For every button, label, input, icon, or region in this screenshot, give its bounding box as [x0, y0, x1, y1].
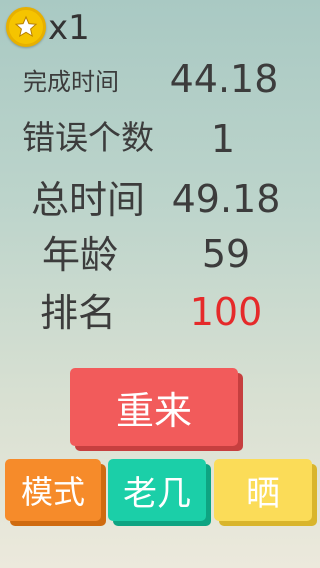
laoji-button-label: 老几 — [123, 473, 191, 514]
finish-time-label: 完成时间 — [23, 68, 119, 96]
total-time-label: 总时间 — [31, 178, 146, 222]
share-button-label: 晒 — [246, 473, 280, 514]
age-label: 年龄 — [42, 233, 119, 277]
mode-button[interactable]: 模式 — [5, 459, 101, 521]
errors-value: 1 — [210, 117, 236, 161]
rank-label: 排名 — [40, 291, 117, 335]
star-badge — [6, 7, 46, 47]
age-value: 59 — [201, 232, 251, 276]
errors-label: 错误个数 — [22, 118, 154, 157]
star-icon — [14, 15, 38, 38]
rank-value: 100 — [189, 290, 263, 334]
retry-button[interactable]: 重来 — [70, 368, 238, 446]
laoji-button[interactable]: 老几 — [108, 459, 206, 521]
total-time-value: 49.18 — [171, 177, 281, 221]
retry-button-label: 重来 — [115, 388, 192, 433]
star-count: x1 — [48, 8, 90, 48]
mode-button-label: 模式 — [20, 473, 85, 511]
finish-time-value: 44.18 — [169, 57, 279, 101]
share-button[interactable]: 晒 — [214, 459, 312, 521]
